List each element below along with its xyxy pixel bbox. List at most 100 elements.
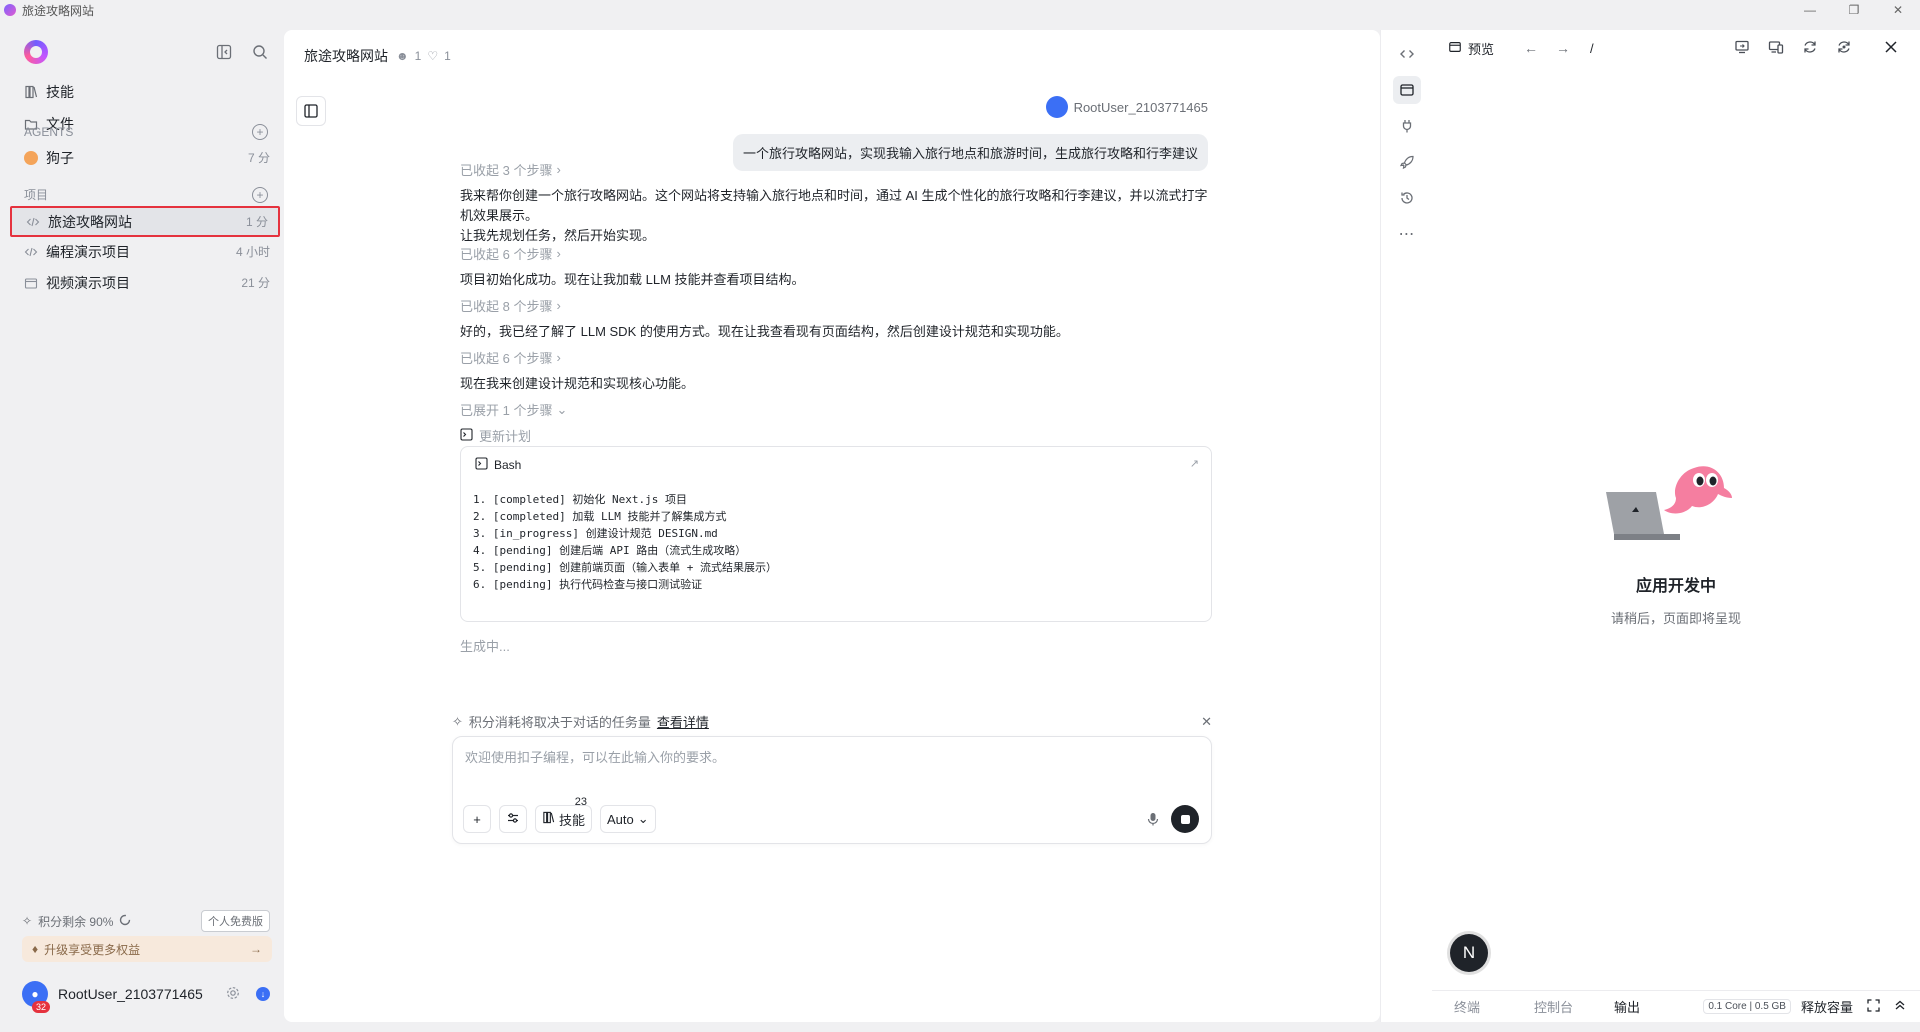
url-path[interactable]: / [1590, 41, 1594, 56]
chevron-down-icon: ⌄ [637, 811, 649, 826]
restore-icon[interactable]: ❐ [1832, 0, 1876, 20]
more-icon[interactable]: ⋯ [1393, 220, 1421, 248]
preview-toolbar: 预览 ← → / [1432, 30, 1920, 66]
list-item: 6. [pending] 执行代码检查与接口测试验证 [473, 578, 703, 591]
upgrade-banner[interactable]: ♦ 升级享受更多权益 → [22, 936, 272, 962]
user-label: RootUser_2103771465 [1073, 99, 1208, 115]
tab-console[interactable]: 控制台 [1534, 997, 1592, 1016]
collapsed-steps-toggle[interactable]: 已收起 6 个步骤 › [460, 244, 561, 263]
collapse-sidebar-icon[interactable] [216, 44, 232, 60]
skills-button[interactable]: 技能 23 [535, 796, 593, 833]
add-project-icon[interactable]: + [252, 186, 268, 203]
app-logo-icon [4, 4, 16, 16]
steps-label: 已展开 1 个步骤 [460, 403, 553, 418]
gear-icon[interactable] [226, 986, 240, 1003]
add-agent-icon[interactable]: + [252, 124, 268, 140]
steps-label: 已收起 6 个步骤 [460, 247, 553, 262]
brand-logo-icon[interactable] [24, 40, 48, 64]
assistant-message: 现在我来创建设计规范和实现核心功能。 [460, 376, 695, 391]
agent-item[interactable]: 狗子 7 分 [10, 142, 280, 173]
browser-icon [1448, 40, 1462, 57]
expand-arrow-icon[interactable]: ↗ [1190, 457, 1199, 470]
fullscreen-icon[interactable] [1867, 998, 1880, 1015]
assistant-message: 项目初始化成功。现在让我加载 LLM 技能并查看项目结构。 [460, 272, 805, 287]
refresh-icon[interactable] [1802, 39, 1818, 58]
preview-status-subtitle: 请稍后，页面即将呈现 [1610, 611, 1741, 626]
tab-output[interactable]: 输出 [1614, 997, 1672, 1016]
sliders-icon [506, 811, 520, 828]
gem-icon: ♦ [32, 942, 39, 956]
collapsed-steps-toggle[interactable]: 已收起 3 个步骤 › [460, 160, 561, 179]
framework-badge[interactable]: N [1450, 934, 1488, 972]
sparkle-icon: ✧ [22, 914, 33, 928]
user-name: RootUser_2103771465 [58, 986, 203, 1002]
sidebar-item-skills[interactable]: 技能 [16, 76, 268, 108]
tab-terminal[interactable]: 终端 [1454, 997, 1512, 1016]
code-icon [24, 245, 38, 259]
search-icon[interactable] [252, 44, 268, 60]
minimize-icon[interactable]: — [1788, 0, 1832, 20]
projects-section-header: 项目 + [24, 186, 268, 203]
preview-label: 预览 [1468, 41, 1495, 57]
release-capacity-button[interactable]: 释放容量 [1801, 997, 1853, 1016]
view-details-link[interactable]: 查看详情 [657, 712, 709, 731]
plug-icon[interactable] [1393, 112, 1421, 140]
chat-header: 旅途攻略网站 ☻ 1 ♡ 1 [304, 46, 451, 66]
bash-output-card: Bash ↗ 1. [completed] 初始化 Next.js 项目 2. … [460, 446, 1212, 622]
steps-label: 已收起 3 个步骤 [460, 163, 553, 178]
project-item[interactable]: 编程演示项目 4 小时 [10, 236, 280, 267]
browser-preview-icon[interactable] [1393, 76, 1421, 104]
preview-panel: 预览 ← → / 应用开发中 请稍后，页面即将呈现 N 终端 控制台 输出 0.… [1432, 30, 1920, 1022]
project-item[interactable]: 视频演示项目 21 分 [10, 267, 280, 298]
settings-toggle-button[interactable] [499, 805, 527, 833]
plan-badge[interactable]: 个人免费版 [201, 910, 270, 932]
chevron-down-icon: ⌄ [556, 401, 568, 417]
window-title: 旅途攻略网站 [22, 3, 95, 18]
history-icon[interactable] [1393, 184, 1421, 212]
close-icon[interactable]: ✕ [1201, 714, 1212, 730]
credits-text: 积分剩余 90% [38, 914, 114, 929]
collapsed-steps-toggle[interactable]: 已收起 6 个步骤 › [460, 348, 561, 367]
generating-status: 生成中... [460, 639, 510, 654]
video-icon [24, 276, 38, 290]
plan-update: 更新计划 [460, 426, 531, 445]
back-arrow-icon[interactable]: ← [1524, 40, 1538, 56]
panel-toggle-button[interactable] [296, 96, 326, 126]
mascot-laptop-illustration [1606, 466, 1732, 540]
sparkle-icon: ✧ [452, 713, 463, 729]
close-window-icon[interactable]: ✕ [1876, 0, 1920, 20]
plan-list: 1. [completed] 初始化 Next.js 项目 2. [comple… [473, 491, 777, 593]
microphone-icon[interactable] [1147, 812, 1159, 829]
skills-count: 23 [574, 796, 588, 808]
resource-spec: 0.1 Core | 0.5 GB [1703, 999, 1791, 1014]
sidebar-header [24, 38, 268, 66]
hard-refresh-icon[interactable] [1836, 39, 1852, 58]
chevron-right-icon: › [556, 246, 561, 261]
list-item: 5. [pending] 创建前端页面（输入表单 + 流式结果展示） [473, 561, 777, 574]
stop-button[interactable] [1171, 805, 1199, 833]
avatar[interactable]: ● 32 [22, 981, 51, 1013]
add-button[interactable]: + [463, 805, 491, 833]
project-time: 21 分 [241, 276, 270, 290]
download-icon[interactable]: ↓ [256, 987, 270, 1001]
rocket-icon[interactable] [1393, 148, 1421, 176]
project-time: 1 分 [245, 215, 268, 229]
prompt-input[interactable] [465, 747, 1195, 787]
code-view-icon[interactable] [1393, 40, 1421, 68]
mode-select[interactable]: Auto ⌄ [600, 805, 656, 833]
chevron-right-icon: › [556, 162, 561, 177]
credits-tip: ✧ 积分消耗将取决于对话的任务量 查看详情 ✕ [452, 712, 1212, 731]
desktop-view-icon[interactable] [1734, 39, 1750, 58]
close-preview-icon[interactable] [1884, 40, 1898, 57]
collapsed-steps-toggle[interactable]: 已收起 8 个步骤 › [460, 296, 561, 315]
user-profile[interactable]: ● 32 RootUser_2103771465 ↓ [22, 978, 270, 1013]
agent-time: 7 分 [247, 151, 270, 165]
project-item-active[interactable]: 旅途攻略网站 1 分 [10, 206, 280, 237]
notification-count: 32 [32, 1001, 51, 1013]
forward-arrow-icon[interactable]: → [1556, 40, 1570, 56]
responsive-view-icon[interactable] [1768, 39, 1784, 58]
book-icon [24, 85, 38, 99]
chevron-up-icon[interactable] [1894, 999, 1906, 1014]
preview-tab[interactable]: 预览 [1448, 39, 1494, 58]
expanded-steps-toggle[interactable]: 已展开 1 个步骤 ⌄ [460, 400, 567, 419]
